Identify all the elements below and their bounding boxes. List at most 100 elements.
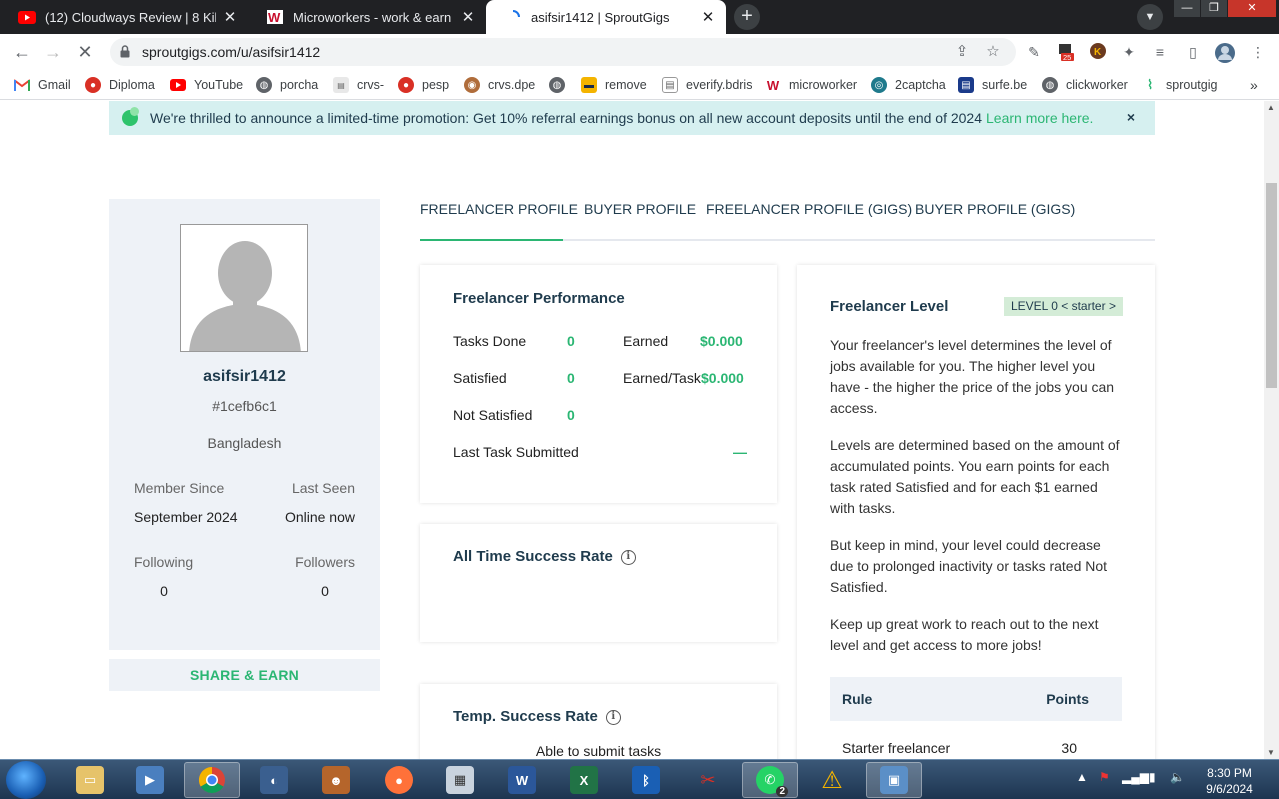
scroll-up-icon[interactable]: ▲ [1267, 103, 1275, 112]
share-icon[interactable]: ⇪ [952, 42, 972, 62]
battery-icon[interactable]: ▮ [1149, 770, 1156, 784]
close-banner-icon[interactable]: × [1127, 109, 1135, 125]
taskbar-game[interactable]: ☻ [308, 762, 364, 798]
level-paragraph: Levels are determined based on the amoun… [830, 437, 1120, 516]
bookmark-diploma[interactable]: ● Diploma [85, 76, 155, 94]
bookmark-crvs-dpe[interactable]: ◉ crvs.dpe [464, 76, 535, 94]
followers-count[interactable]: 0 [295, 583, 355, 599]
tab-buyer-profile[interactable]: BUYER PROFILE [584, 201, 696, 217]
learn-more-link[interactable]: Learn more here. [986, 110, 1093, 126]
scrollbar-thumb[interactable] [1266, 183, 1277, 388]
banner-text: We're thrilled to announce a limited-tim… [150, 110, 983, 126]
bookmark-pesp[interactable]: ● pesp [398, 76, 449, 94]
temp-success-rate-card: Temp. Success Rate i Able to submit tasks [420, 684, 777, 759]
bookmark-clickworker[interactable]: ◍ clickworker [1042, 76, 1128, 94]
taskbar-calculator[interactable]: ▦ [432, 762, 488, 798]
show-hidden-icons[interactable]: ▲ [1076, 770, 1088, 784]
start-button[interactable] [6, 761, 46, 799]
tab-sproutgigs[interactable]: asifsir1412 | SproutGigs ✕ [486, 0, 726, 34]
bookmark-globe[interactable]: ◍ [549, 76, 573, 94]
earned-value: $0.000 [700, 333, 743, 349]
tab-microworkers[interactable]: W Microworkers - work & earn or of ✕ [248, 0, 486, 34]
svg-text:K: K [1094, 47, 1102, 58]
bookmark-remove[interactable]: ▬ remove [581, 76, 647, 94]
bookmark-everify[interactable]: ▤ everify.bdris [662, 76, 752, 94]
red-extension-icon[interactable]: 25 [1056, 42, 1076, 62]
satisfied-value: 0 [567, 370, 575, 386]
document-icon: ▤ [662, 77, 678, 93]
close-tab-icon[interactable]: ✕ [222, 8, 238, 26]
bookmark-crvs[interactable]: ▤ crvs- [333, 76, 384, 94]
following-count[interactable]: 0 [134, 583, 194, 599]
taskbar-media[interactable]: ▶ [122, 762, 178, 798]
minimize-button[interactable]: — [1174, 0, 1200, 17]
system-clock[interactable]: 8:30 PM 9/6/2024 [1192, 765, 1267, 797]
tasks-done-value: 0 [567, 333, 575, 349]
success-rate-title: All Time Success Rate i [453, 548, 636, 565]
youtube-icon [18, 10, 36, 24]
earned-label: Earned [623, 333, 669, 349]
tab-cloudways-review[interactable]: (12) Cloudways Review | 8 Killer F ✕ [0, 0, 248, 34]
last-seen-value: Online now [284, 509, 355, 525]
taskbar-chrome[interactable] [184, 762, 240, 798]
stop-loading-button[interactable]: ✕ [73, 40, 97, 64]
taskbar-photo-viewer[interactable]: ▣ [866, 762, 922, 798]
bookmark-2captcha[interactable]: ◎ 2captcha [871, 76, 946, 94]
taskbar-firefox[interactable]: ● [371, 762, 427, 798]
chrome-menu-icon[interactable]: ⋮ [1248, 42, 1268, 62]
close-tab-icon[interactable]: ✕ [700, 8, 716, 26]
scroll-down-icon[interactable]: ▼ [1267, 748, 1275, 757]
address-bar[interactable]: sproutgigs.com/u/asifsir1412 ⇪ ☆ [110, 38, 1016, 66]
username: asifsir1412 [203, 368, 286, 385]
whatsapp-icon: ✆ 2 [756, 766, 788, 797]
last-task-value: — [733, 444, 747, 460]
game-icon: ☻ [322, 766, 350, 794]
share-and-earn-button[interactable]: SHARE & EARN [109, 659, 380, 691]
network-icon[interactable]: ▂▄▆ [1122, 770, 1149, 784]
tab-search-button[interactable]: ▼ [1137, 4, 1163, 30]
svg-text:W: W [268, 10, 281, 24]
bookmark-gmail[interactable]: Gmail [14, 76, 71, 94]
back-button[interactable]: ← [10, 40, 34, 64]
edit-extension-icon[interactable]: ✎ [1024, 42, 1044, 62]
2captcha-icon: ◎ [871, 77, 887, 93]
side-panel-icon[interactable]: ▯ [1183, 42, 1203, 62]
profile-avatar-icon[interactable] [1214, 42, 1235, 63]
window-close-button[interactable]: ✕ [1228, 0, 1276, 17]
k-extension-icon[interactable]: K [1088, 42, 1108, 62]
performance-title: Freelancer Performance [453, 290, 625, 307]
taskbar-warning[interactable]: ⚠ [804, 762, 860, 798]
close-tab-icon[interactable]: ✕ [460, 8, 476, 26]
bookmarks-bar: Gmail ● Diploma YouTube ◍ porcha ▤ crvs- ● p… [0, 70, 1279, 100]
tab-freelancer-profile[interactable]: FREELANCER PROFILE [420, 201, 578, 217]
extensions-puzzle-icon[interactable]: ✦ [1119, 42, 1139, 62]
tab-freelancer-profile-gigs[interactable]: FREELANCER PROFILE (GIGS) [706, 201, 912, 217]
info-icon[interactable]: i [605, 709, 621, 725]
page-scrollbar[interactable]: ▲ ▼ [1264, 101, 1279, 759]
tab-buyer-profile-gigs[interactable]: BUYER PROFILE (GIGS) [915, 201, 1075, 217]
restore-button[interactable]: ❐ [1201, 0, 1227, 17]
more-bookmarks-icon[interactable]: » [1250, 76, 1258, 94]
taskbar-snipping[interactable]: ✂ [680, 762, 736, 798]
bookmark-microworker[interactable]: Wmicroworker [765, 76, 857, 94]
new-tab-button[interactable]: + [734, 4, 760, 30]
info-icon[interactable]: i [620, 549, 636, 565]
forward-button[interactable]: → [41, 40, 65, 64]
whatsapp-badge: 2 [776, 786, 788, 797]
bookmark-surfe[interactable]: ▤ surfe.be [958, 76, 1027, 94]
bookmark-star-icon[interactable]: ☆ [983, 42, 1003, 62]
taskbar-whatsapp[interactable]: ✆ 2 [742, 762, 798, 798]
taskbar-bluetooth[interactable]: ᛒ [618, 762, 674, 798]
country: Bangladesh [207, 435, 282, 451]
taskbar-word[interactable]: W [494, 762, 550, 798]
volume-icon[interactable]: 🔈 [1170, 770, 1185, 784]
bookmark-porcha[interactable]: ◍ porcha [256, 76, 318, 94]
taskbar-photo-app[interactable]: ◐ [246, 762, 302, 798]
flag-icon[interactable]: ⚑ [1099, 770, 1110, 784]
taskbar-excel[interactable]: X [556, 762, 612, 798]
taskbar-explorer[interactable]: ▭ [62, 762, 118, 798]
bookmark-sproutgig[interactable]: ⌇ sproutgig [1142, 76, 1218, 94]
bookmark-youtube[interactable]: YouTube [170, 76, 243, 94]
level-title: Freelancer Level [830, 298, 949, 315]
reading-list-icon[interactable]: ≡ [1150, 42, 1170, 62]
